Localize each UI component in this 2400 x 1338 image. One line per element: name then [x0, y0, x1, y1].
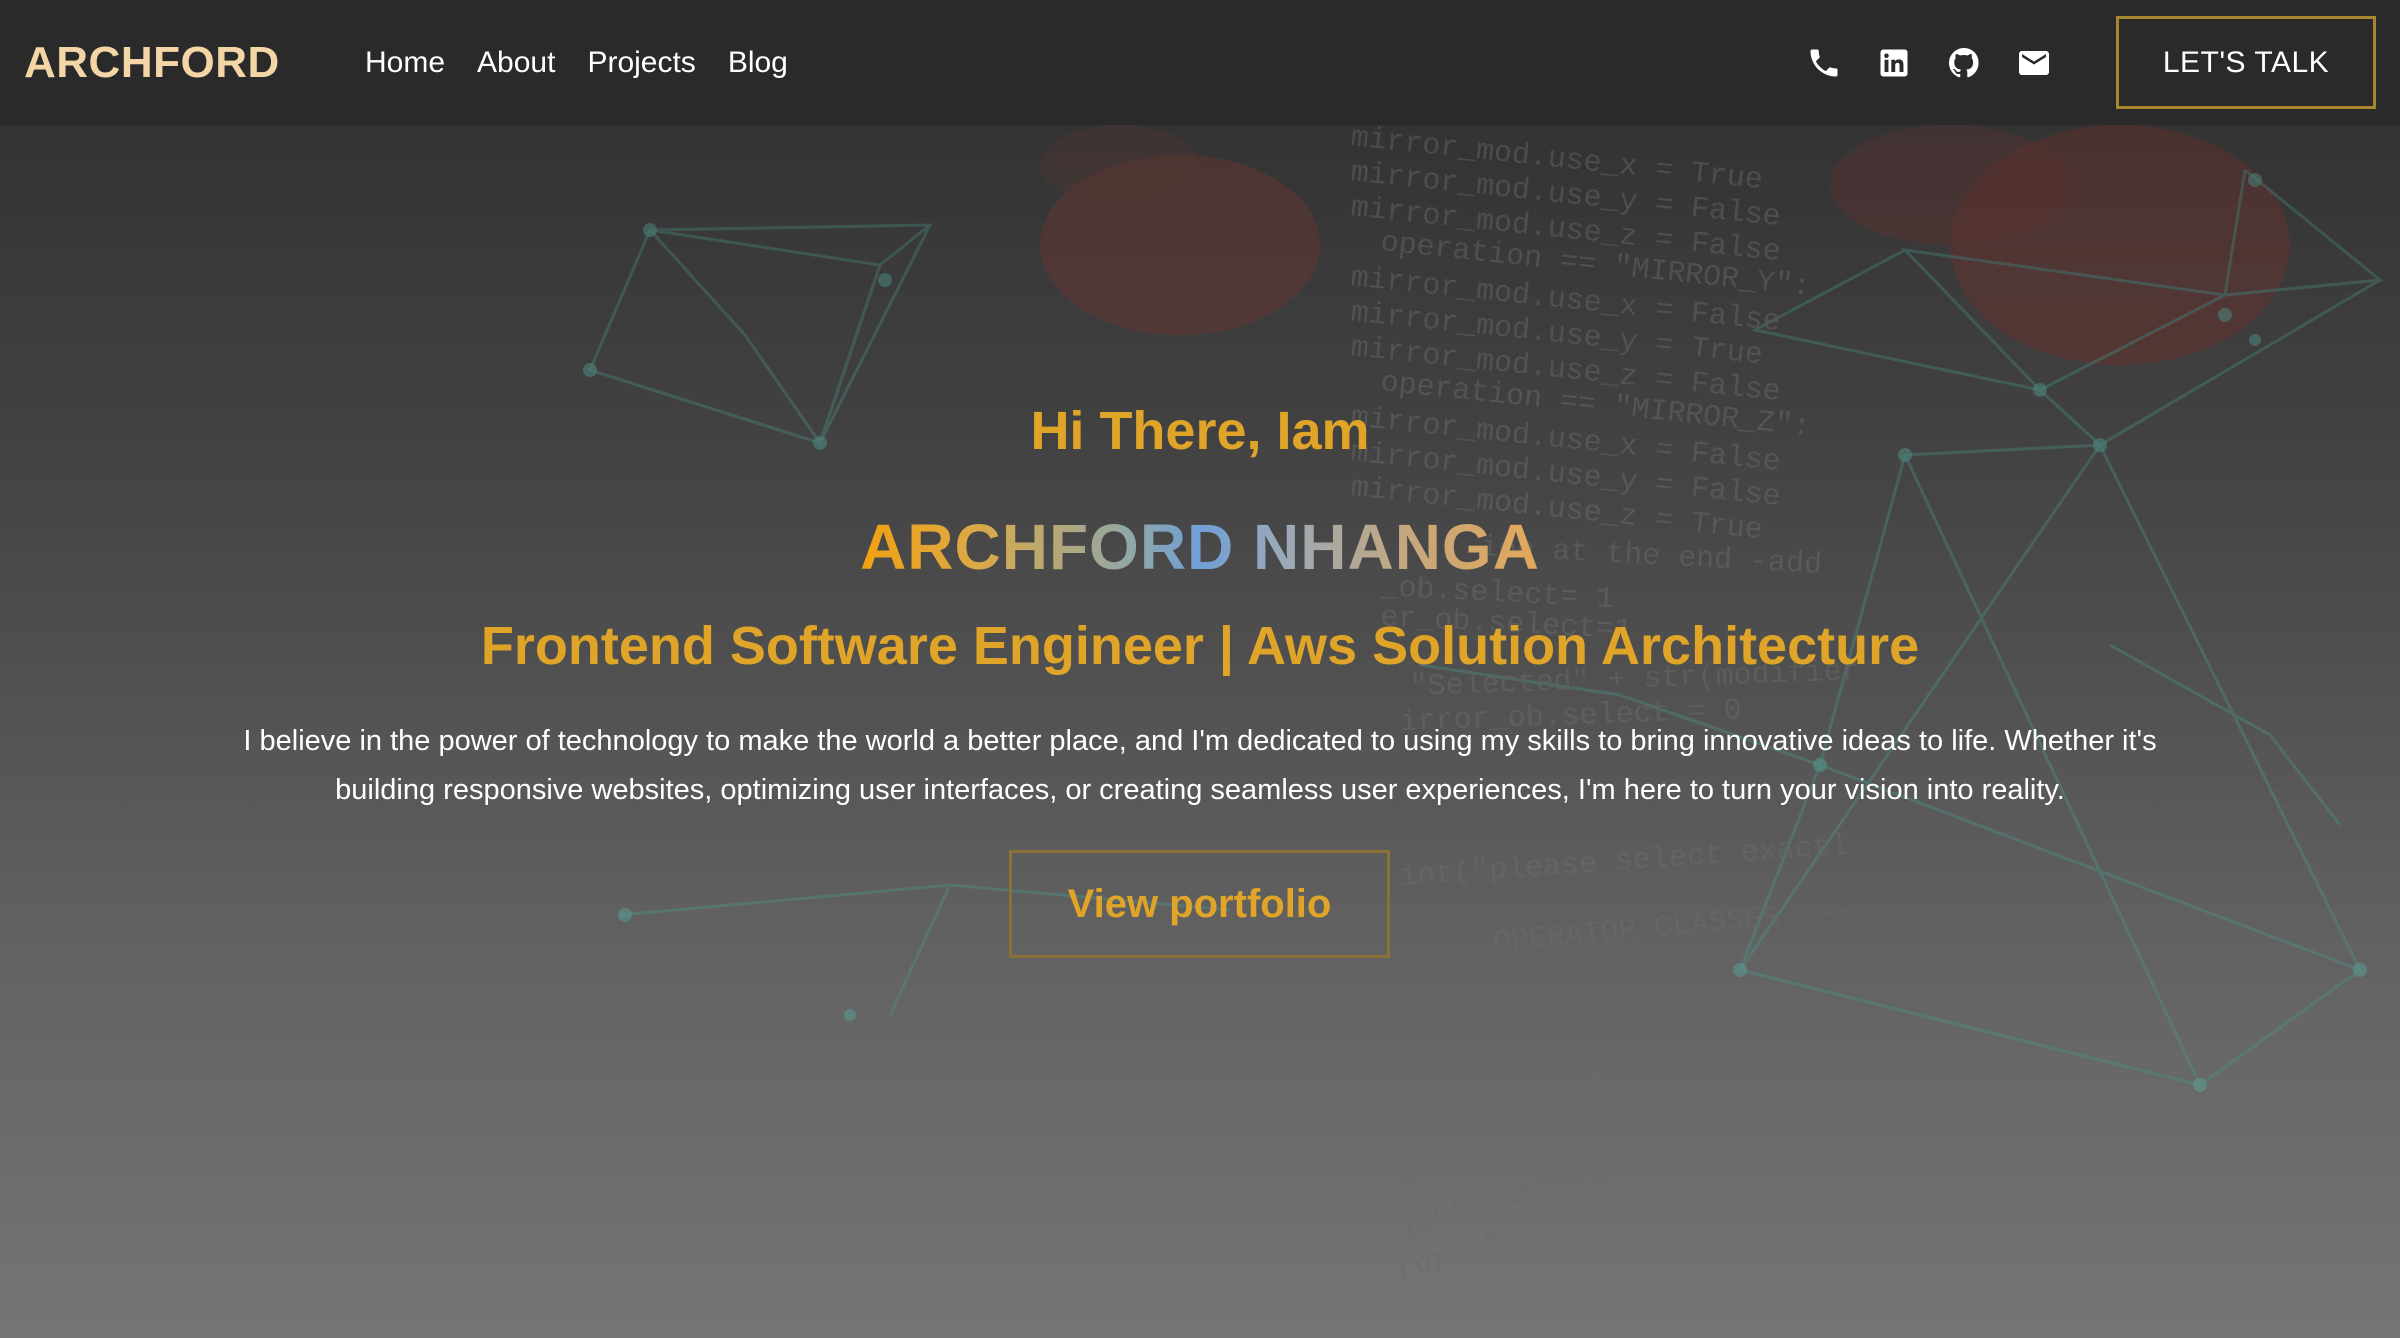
hero-section: mirror_mod.use_x = True mirror_mod.use_y… [0, 125, 2400, 1338]
hero-bio: I believe in the power of technology to … [243, 725, 2157, 806]
nav-link-about[interactable]: About [477, 46, 555, 80]
hero-content: Hi There, Iam ARCHFORD NHANGA Frontend S… [0, 125, 2400, 1338]
hero-name-wrap: ARCHFORD NHANGA [0, 507, 2400, 587]
mail-icon[interactable] [2016, 45, 2052, 81]
page: ARCHFORD Home About Projects Blog LET'S … [0, 0, 2400, 1338]
view-portfolio-button[interactable]: View portfolio [1009, 850, 1390, 958]
nav-link-projects[interactable]: Projects [587, 46, 695, 80]
navbar: ARCHFORD Home About Projects Blog LET'S … [0, 0, 2400, 125]
nav-link-blog[interactable]: Blog [728, 46, 788, 80]
github-icon[interactable] [1946, 45, 1982, 81]
nav-links: Home About Projects Blog [365, 0, 788, 125]
brand-logo[interactable]: ARCHFORD [24, 0, 280, 125]
social-icons [1806, 0, 2052, 125]
hero-role: Frontend Software Engineer | Aws Solutio… [480, 616, 1920, 676]
nav-link-home[interactable]: Home [365, 46, 445, 80]
phone-icon[interactable] [1806, 45, 1842, 81]
linkedin-icon[interactable] [1876, 45, 1912, 81]
hero-name: ARCHFORD NHANGA [860, 507, 1540, 587]
hero-greeting: Hi There, Iam [1030, 401, 1370, 461]
lets-talk-button[interactable]: LET'S TALK [2116, 16, 2376, 109]
